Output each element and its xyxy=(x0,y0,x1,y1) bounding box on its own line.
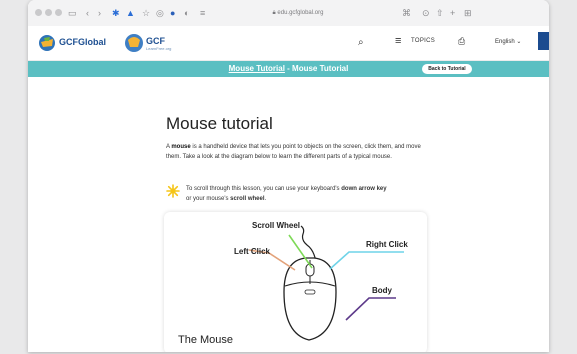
tab-overview-icon[interactable]: ⊞ xyxy=(464,6,472,20)
minimize-window-button[interactable] xyxy=(45,9,52,16)
zoom-window-button[interactable] xyxy=(55,9,62,16)
new-tab-icon[interactable]: + xyxy=(450,6,455,20)
forward-arrow-icon[interactable]: › xyxy=(98,6,101,20)
body-line xyxy=(345,297,396,321)
gcf-learnfree-logo[interactable]: GCF LearnFree.org xyxy=(124,31,176,55)
site-header: GCFGlobal GCF LearnFree.org ⌕ ≡ TOPICS ⎙… xyxy=(28,26,549,61)
back-to-tutorial-button[interactable]: Back to Tutorial xyxy=(422,64,472,74)
star-icon[interactable]: ☆ xyxy=(142,6,150,20)
extension-icon[interactable]: ● xyxy=(170,6,175,20)
right-click-line xyxy=(329,251,404,270)
extension-icon[interactable]: ◐ xyxy=(184,6,189,20)
breadcrumb-current: Mouse Tutorial xyxy=(292,64,349,73)
scroll-tip: To scroll through this lesson, you can u… xyxy=(166,183,446,207)
diagram-caption: The Mouse xyxy=(178,334,234,346)
sun-icon xyxy=(166,184,180,198)
body-label: Body xyxy=(372,286,392,295)
extension-icon[interactable]: ◎ xyxy=(156,6,164,20)
language-select[interactable]: English ⌄ xyxy=(495,38,521,45)
back-arrow-icon[interactable]: ‹ xyxy=(86,6,89,20)
mouse-diagram-card: Scroll Wheel Left Click Right Click Body… xyxy=(164,212,427,352)
right-click-label: Right Click xyxy=(366,240,408,249)
mouse-diagram xyxy=(248,225,404,341)
breadcrumb-link[interactable]: Mouse Tutorial xyxy=(229,64,285,73)
tip-text: To scroll through this lesson, you can u… xyxy=(186,186,387,202)
goodwill-logo[interactable] xyxy=(538,32,549,50)
gcfglobal-logo[interactable]: GCFGlobal xyxy=(38,33,108,53)
mouse-small-button xyxy=(304,289,316,295)
translate-icon[interactable]: ⌘ xyxy=(402,6,411,20)
intro-paragraph: A mouse is a handheld device that lets y… xyxy=(166,144,421,160)
share-icon[interactable]: ⇧ xyxy=(436,6,444,20)
chevron-down-icon: ⌄ xyxy=(516,39,522,45)
browser-window: ▭ ‹ › ✱ ▲ ☆ ◎ ● ◐ ≡ 🔒︎ edu.gcfglobal.org… xyxy=(28,0,549,352)
close-window-button[interactable] xyxy=(35,9,42,16)
address-bar[interactable]: 🔒︎ edu.gcfglobal.org xyxy=(228,6,368,20)
menu-icon[interactable]: ≡ xyxy=(395,35,401,47)
breadcrumb-bar: Mouse Tutorial - Mouse Tutorial Back to … xyxy=(28,61,549,77)
print-icon[interactable]: ⎙ xyxy=(458,36,465,47)
reader-icon[interactable]: ≡ xyxy=(200,6,205,20)
page-title: Mouse tutorial xyxy=(166,114,273,133)
extension-icon[interactable]: ▲ xyxy=(126,6,135,20)
topics-menu[interactable]: TOPICS xyxy=(411,38,435,44)
sidebar-toggle-icon[interactable]: ▭ xyxy=(68,6,77,20)
scroll-wheel-label: Scroll Wheel xyxy=(252,221,301,230)
search-icon[interactable]: ⌕ xyxy=(358,37,364,48)
downloads-icon[interactable]: ⊙ xyxy=(422,6,430,20)
browser-toolbar: ▭ ‹ › ✱ ▲ ☆ ◎ ● ◐ ≡ 🔒︎ edu.gcfglobal.org… xyxy=(28,0,549,27)
extension-icon[interactable]: ✱ xyxy=(112,6,120,20)
left-click-label: Left Click xyxy=(234,247,271,256)
